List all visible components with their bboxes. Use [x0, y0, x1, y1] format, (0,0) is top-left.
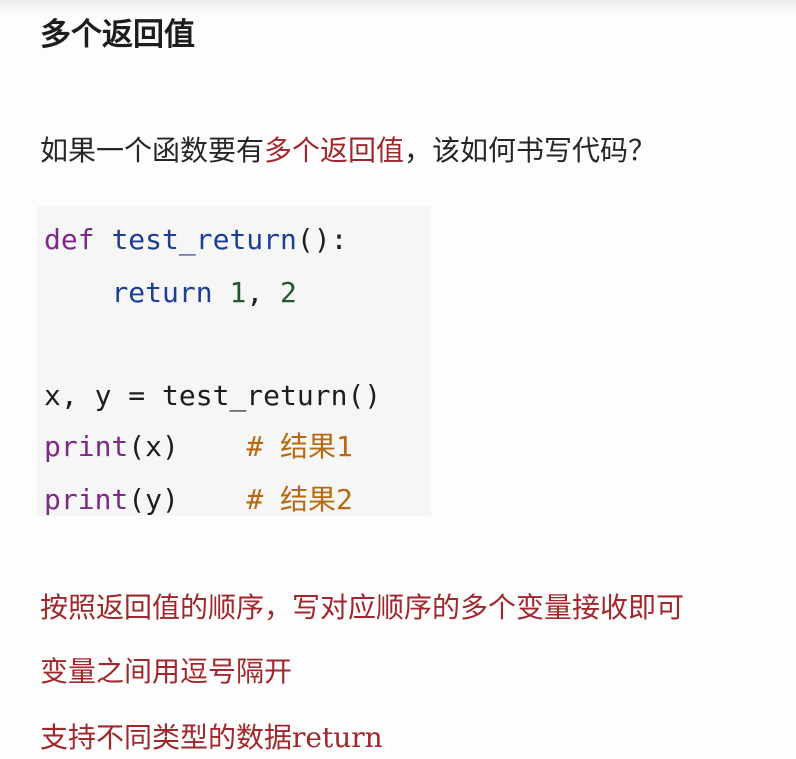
code-comment: # 结果1	[246, 430, 353, 463]
code-args: (x)	[128, 430, 179, 463]
code-line-return: return 1, 2	[44, 273, 297, 313]
code-padding	[179, 483, 246, 516]
number-literal: 2	[280, 276, 297, 309]
code-vars: x, y =	[44, 379, 163, 412]
section-heading: 多个返回值	[40, 17, 195, 53]
code-block: def test_return(): return 1, 2 x, y = te…	[37, 206, 431, 516]
note-line: 按照返回值的顺序，写对应顺序的多个变量接收即可	[40, 591, 685, 624]
builtin-print: print	[44, 483, 129, 516]
function-call: test_return	[162, 379, 348, 412]
builtin-print: print	[44, 430, 129, 463]
code-punct: ()	[347, 379, 382, 412]
code-comment: # 结果2	[246, 483, 353, 516]
intro-highlight: 多个返回值	[264, 134, 405, 167]
function-name: test_return	[111, 223, 297, 256]
code-line-print-x: print(x) # 结果1	[44, 427, 353, 467]
keyword-def: def	[44, 223, 95, 256]
number-literal: 1	[229, 276, 247, 309]
code-punct: ():	[296, 223, 348, 256]
keyword-return: return	[111, 276, 213, 309]
intro-text-before: 如果一个函数要有	[40, 134, 265, 167]
code-args: (y)	[128, 483, 179, 516]
code-line-def: def test_return():	[44, 220, 347, 260]
intro-paragraph: 如果一个函数要有多个返回值，该如何书写代码？	[40, 128, 656, 174]
code-padding	[179, 430, 246, 463]
note-line: 支持不同类型的数据return	[40, 721, 383, 754]
intro-text-after: ，该如何书写代码？	[404, 134, 657, 167]
code-line-assign: x, y = test_return()	[44, 376, 381, 416]
code-line-print-y: print(y) # 结果2	[44, 480, 353, 520]
note-line: 变量之间用逗号隔开	[40, 655, 293, 688]
code-punct: ,	[246, 276, 281, 309]
